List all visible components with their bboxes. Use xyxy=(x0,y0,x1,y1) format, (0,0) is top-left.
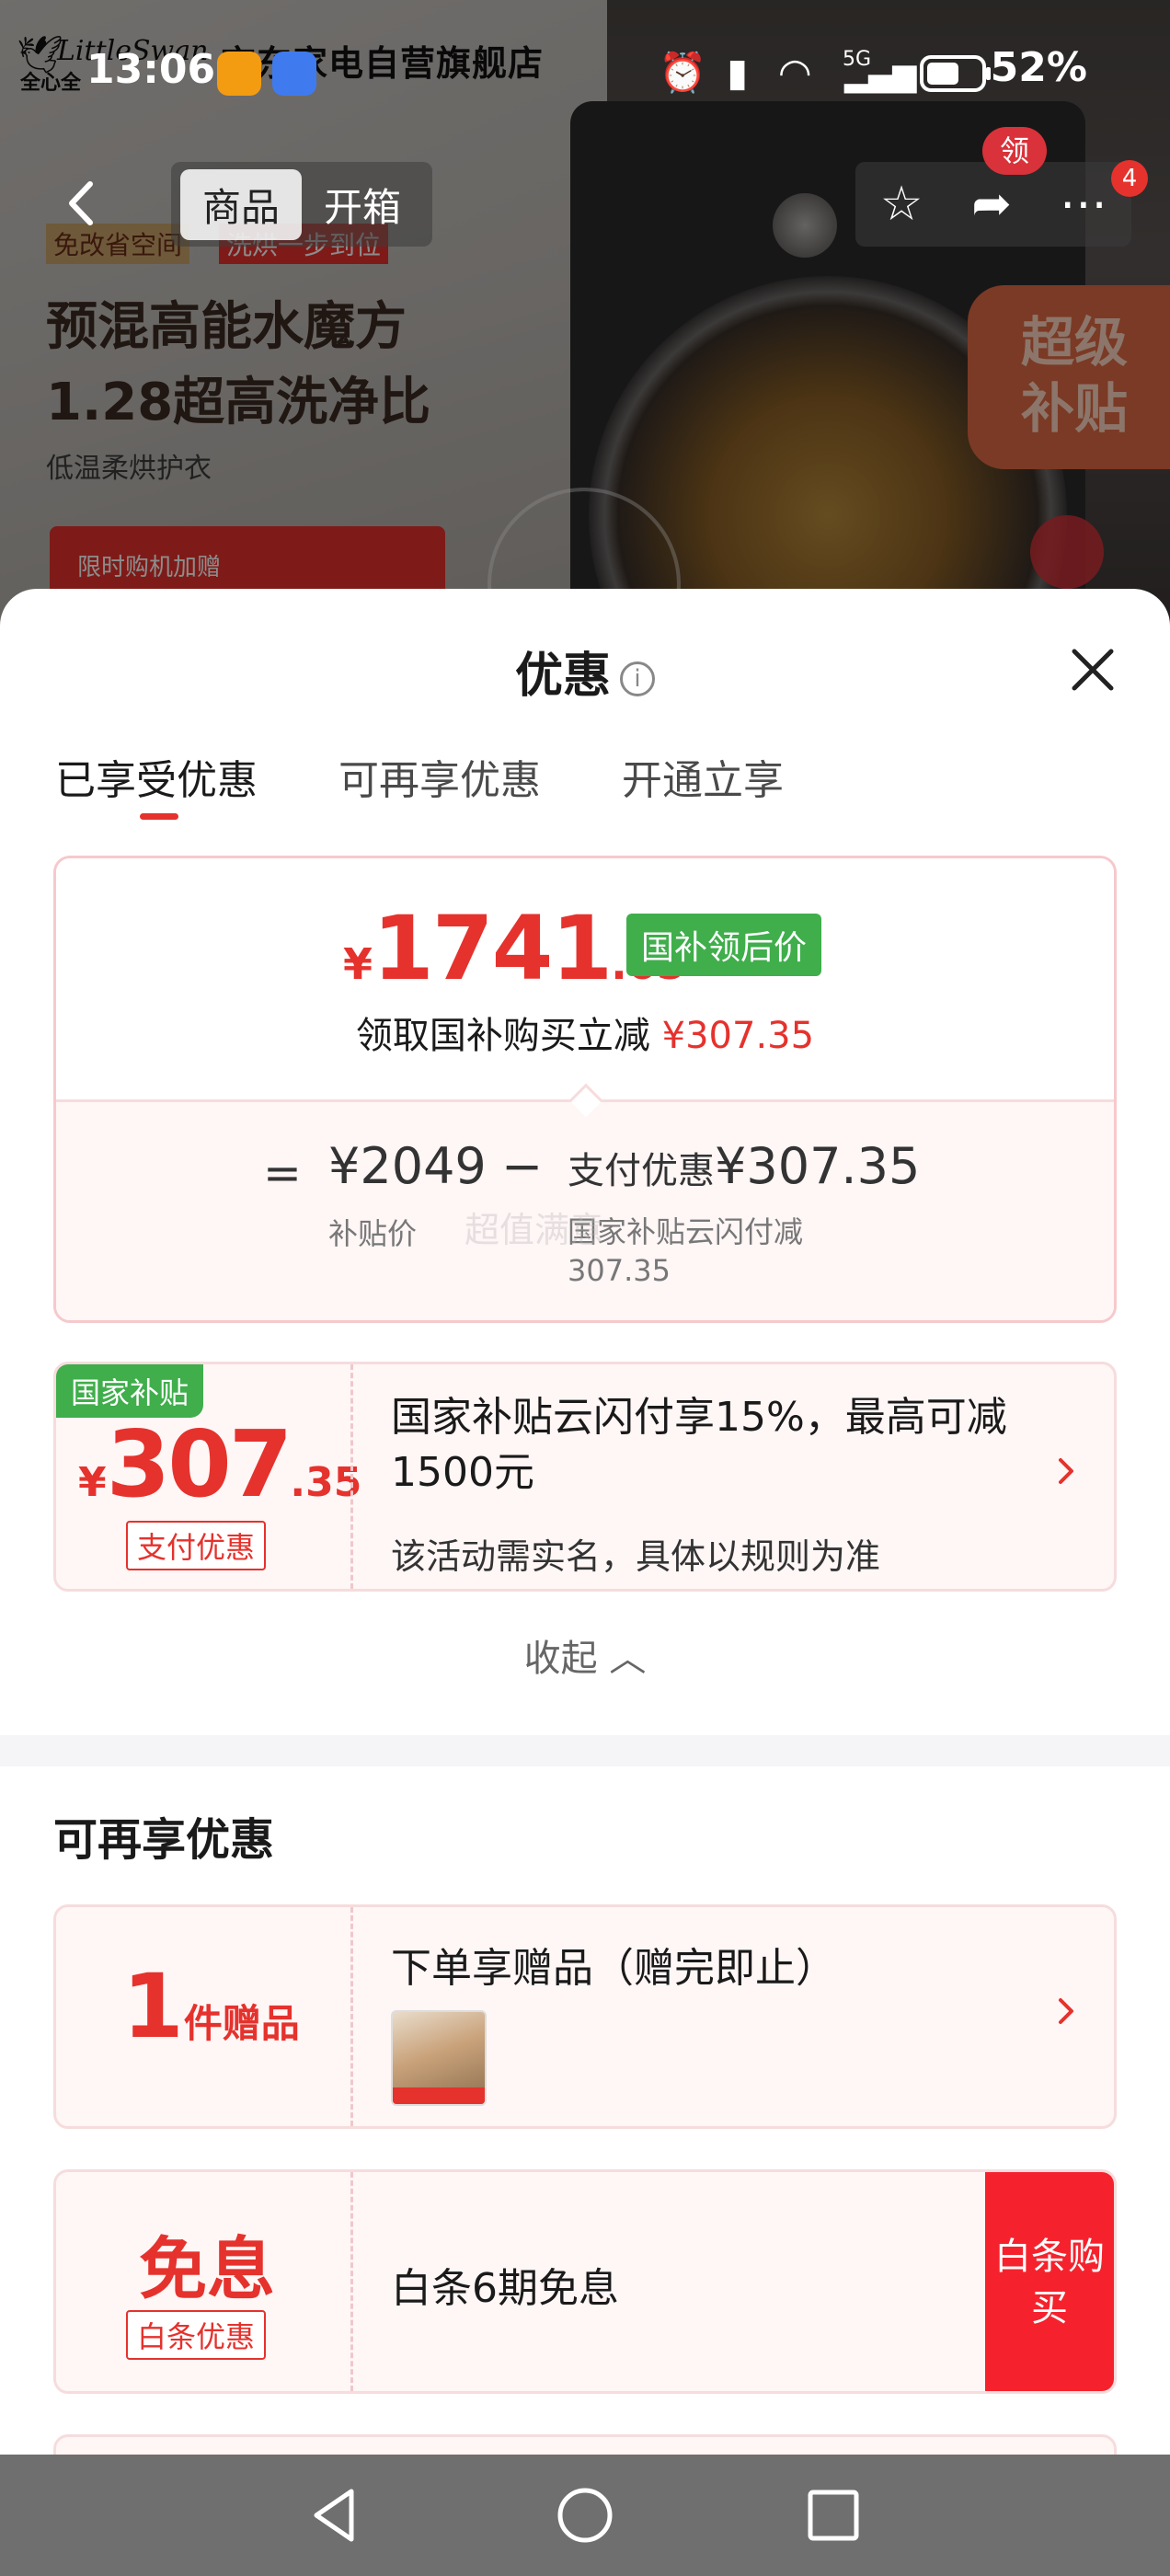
nav-actions: ☆ ➦ ⋯ xyxy=(855,162,1131,247)
coupon-amount-integer: 307 xyxy=(106,1410,293,1518)
next-coupon[interactable] xyxy=(53,2434,1117,2456)
status-time: 13:06 xyxy=(86,46,216,93)
payment-discount-label: 支付优惠 xyxy=(568,1150,715,1192)
gift-thumbnail-strip xyxy=(393,2087,485,2104)
gift-count-unit: 件赠品 xyxy=(183,2001,300,2046)
product-top-nav: 商品 开箱 ☆ ➦ ⋯ xyxy=(0,162,1170,247)
tab-activate[interactable]: 开通立享 xyxy=(622,747,784,821)
chevron-right-icon[interactable] xyxy=(1055,1993,1077,2041)
subsidy-saving-amount: ¥307.35 xyxy=(661,1015,815,1057)
sheet-title-text: 优惠 xyxy=(514,649,611,704)
gift-title: 下单享赠品（赠完即止） xyxy=(391,1945,836,1992)
product-tabs: 商品 开箱 xyxy=(171,162,433,247)
subsidy-price-tag: 国补领后价 xyxy=(626,914,822,976)
alarm-icon: ⏰ xyxy=(659,50,707,95)
system-nav-bar xyxy=(0,2455,1170,2576)
watermark: 超值满意 xyxy=(465,1210,605,1250)
discount-tabs: 已享受优惠 可再享优惠 开通立享 xyxy=(55,747,1115,821)
cart-count-badge: 4 xyxy=(1111,160,1148,197)
back-icon[interactable] xyxy=(298,2478,372,2552)
subsidy-saving-line: 领取国补购买立减 ¥307.35 xyxy=(56,1006,1114,1059)
gift-thumbnail[interactable] xyxy=(391,2010,487,2106)
price-breakdown: = ¥2049 补贴价 − 支付优惠¥307.35 国家补贴云闪付减307.35… xyxy=(56,1099,1114,1320)
chevron-left-icon[interactable] xyxy=(55,171,120,236)
sheet-title: 优惠 i xyxy=(0,637,1170,706)
gift-count-number: 1 xyxy=(122,1955,184,2058)
currency-symbol: ¥ xyxy=(343,939,373,989)
installment-headline: 免息 xyxy=(139,2230,275,2309)
share-icon[interactable]: ➦ xyxy=(962,175,1021,234)
price-integer: 1741 xyxy=(373,897,613,1000)
info-icon[interactable]: i xyxy=(620,661,655,696)
payment-discount-desc: 国家补贴云闪付减307.35 xyxy=(568,1214,804,1288)
tab-product[interactable]: 商品 xyxy=(180,168,303,240)
wifi-icon: ◠ xyxy=(778,50,812,95)
more-icon[interactable]: ⋯ xyxy=(1054,175,1113,234)
vibrate-icon: ▮ xyxy=(727,50,749,95)
baitiao-buy-button[interactable]: 白条购买 xyxy=(985,2172,1114,2391)
currency-symbol: ¥ xyxy=(78,1459,107,1506)
payment-discount-amount: ¥307.35 xyxy=(715,1137,921,1195)
subsidy-saving-label: 领取国补购买立减 xyxy=(355,1015,650,1057)
collapse-button[interactable]: 收起 ︿ xyxy=(0,1628,1170,1682)
close-button[interactable] xyxy=(1065,642,1120,697)
battery-level: 52% xyxy=(990,44,1087,91)
section-divider xyxy=(0,1735,1170,1766)
installment-title: 白条6期免息 xyxy=(391,2265,619,2312)
coupon-divider xyxy=(350,1364,353,1589)
installment-coupon[interactable]: 免息 白条优惠 白条6期免息 白条购买 xyxy=(53,2169,1117,2394)
minus-sign: − xyxy=(501,1137,544,1195)
coupon-type-chip: 白条优惠 xyxy=(126,2310,267,2360)
coupon-divider xyxy=(350,2172,353,2391)
notification-app-icon xyxy=(272,52,316,96)
recents-icon[interactable] xyxy=(797,2478,870,2552)
section-title: 可再享优惠 xyxy=(53,1814,275,1866)
home-icon[interactable] xyxy=(548,2478,622,2552)
payment-discount: 支付优惠¥307.35 xyxy=(568,1137,920,1195)
base-price-label: 补贴价 xyxy=(328,1216,418,1251)
gift-count: 1件赠品 xyxy=(122,1955,300,2058)
tab-enjoyed[interactable]: 已享受优惠 xyxy=(55,747,258,821)
equals-sign: = xyxy=(263,1146,302,1200)
discount-sheet: 优惠 i 已享受优惠 可再享优惠 开通立享 ¥1741.65 国补领后价 领取国补… xyxy=(0,589,1170,2456)
coupon-type-chip: 支付优惠 xyxy=(126,1521,267,1570)
coupon-badge[interactable]: 领 xyxy=(982,127,1047,175)
coupon-note: 该活动需实名，具体以规则为准 xyxy=(391,1536,881,1577)
battery-icon xyxy=(920,53,993,103)
signal-icon: ▂▄▆ xyxy=(844,57,917,94)
subsidy-coupon[interactable]: 国家补贴 ¥307.35 支付优惠 国家补贴云闪付享15%，最高可减1500元 … xyxy=(53,1362,1117,1592)
coupon-title: 国家补贴云闪付享15%，最高可减1500元 xyxy=(391,1394,1007,1496)
tab-unboxing[interactable]: 开箱 xyxy=(302,169,423,240)
star-icon[interactable]: ☆ xyxy=(872,175,931,234)
coupon-amount: ¥307.35 xyxy=(78,1410,361,1518)
coupon-divider xyxy=(350,1907,353,2126)
price-summary: ¥1741.65 国补领后价 领取国补购买立减 ¥307.35 xyxy=(56,858,1114,1099)
gift-coupon[interactable]: 1件赠品 下单享赠品（赠完即止） xyxy=(53,1904,1117,2129)
tab-more-available[interactable]: 可再享优惠 xyxy=(338,747,541,821)
chevron-right-icon[interactable] xyxy=(1055,1453,1077,1501)
status-bar: 13:06 ⏰ ▮ ◠ 5G ▂▄▆ 52% xyxy=(0,37,1170,110)
base-price: ¥2049 xyxy=(328,1137,487,1195)
final-price-card: ¥1741.65 国补领后价 领取国补购买立减 ¥307.35 = ¥2049 … xyxy=(53,856,1117,1323)
notification-app-icon xyxy=(217,52,261,96)
